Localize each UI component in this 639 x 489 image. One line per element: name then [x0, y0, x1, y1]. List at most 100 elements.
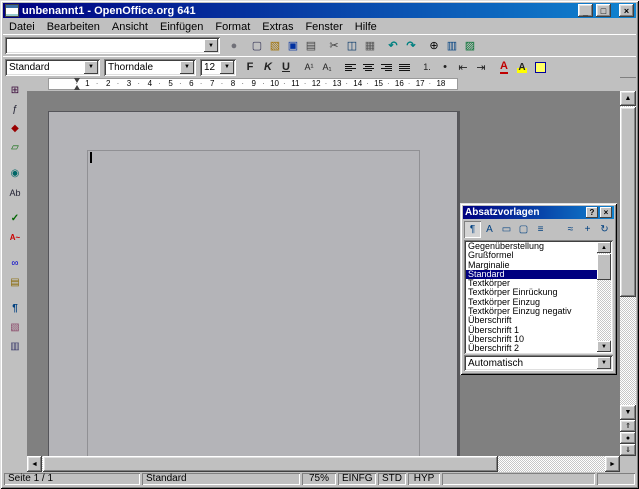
first-line-indent-marker[interactable]	[74, 78, 80, 83]
undo-button[interactable]: ↶	[384, 37, 402, 55]
nonprinting-chars-button[interactable]: ¶	[5, 299, 25, 318]
bold-button[interactable]: F	[241, 58, 259, 76]
stylist-title-bar[interactable]: Absatzvorlagen ? ×	[463, 206, 614, 219]
menu-item-einfgen[interactable]: Einfügen	[154, 20, 209, 34]
vertical-scrollbar[interactable]: ▲ ▼ ⇑ ● ⇓	[620, 91, 636, 456]
superscript-button[interactable]: A¹	[300, 58, 318, 76]
font-name-value[interactable]: Thorndale	[104, 59, 178, 76]
scroll-left-button[interactable]: ◄	[27, 456, 42, 472]
copy-button[interactable]: ◫	[343, 37, 361, 55]
highlighting-button[interactable]: A	[513, 58, 531, 76]
left-indent-marker[interactable]	[74, 85, 80, 90]
form-functions-button[interactable]: ◉	[5, 164, 25, 183]
menu-item-hilfe[interactable]: Hilfe	[349, 20, 383, 34]
character-styles-button[interactable]: A	[481, 221, 498, 238]
style-filter-value[interactable]: Automatisch	[464, 355, 595, 371]
cut-button[interactable]: ✂	[325, 37, 343, 55]
title-bar[interactable]: unbenannt1 - OpenOffice.org 641 _ □ ×	[3, 3, 636, 18]
url-input[interactable]	[5, 37, 202, 54]
menu-item-fenster[interactable]: Fenster	[299, 20, 348, 34]
align-left-button[interactable]	[341, 58, 359, 76]
edit-autotext-button[interactable]: Ab	[5, 183, 25, 202]
url-dropdown-button[interactable]: ▼	[204, 39, 218, 52]
align-justify-button[interactable]	[395, 58, 413, 76]
background-color-button[interactable]	[531, 58, 549, 76]
scroll-down-button[interactable]: ▼	[620, 405, 636, 420]
ruler-strip[interactable]: 123456789101112131415161718	[48, 78, 458, 90]
update-style-button[interactable]: ↻	[596, 221, 613, 238]
underline-button[interactable]: U	[277, 58, 295, 76]
font-size-value[interactable]: 12	[200, 59, 218, 76]
vertical-scroll-thumb[interactable]	[620, 107, 636, 297]
font-name-combobox[interactable]: Thorndale ▼	[104, 59, 196, 76]
style-list-item[interactable]: Überschrift 2	[466, 344, 597, 352]
autospellcheck-button[interactable]: A~	[5, 228, 25, 247]
previous-page-button[interactable]: ⇑	[620, 420, 636, 432]
stylist-button[interactable]: ▥	[443, 37, 461, 55]
open-button[interactable]: ▧	[266, 37, 284, 55]
font-size-dropdown-button[interactable]: ▼	[220, 61, 234, 74]
online-layout-button[interactable]: ▥	[5, 337, 25, 356]
style-list-scroll-down-button[interactable]: ▼	[597, 341, 611, 352]
font-name-dropdown-button[interactable]: ▼	[180, 61, 194, 74]
align-right-button[interactable]	[377, 58, 395, 76]
navigation-button[interactable]: ●	[620, 432, 636, 444]
new-style-from-selection-button[interactable]: +	[579, 221, 596, 238]
scroll-up-button[interactable]: ▲	[620, 91, 636, 106]
redo-button[interactable]: ↷	[402, 37, 420, 55]
paragraph-style-value[interactable]: Standard	[5, 59, 82, 76]
find-replace-button[interactable]: ∞	[5, 254, 25, 273]
close-button[interactable]: ×	[619, 4, 634, 17]
status-hyperlink-mode-field[interactable]: HYP	[408, 473, 440, 485]
save-button[interactable]: ▣	[284, 37, 302, 55]
menu-item-ansicht[interactable]: Ansicht	[106, 20, 154, 34]
horizontal-scroll-thumb[interactable]	[43, 456, 498, 472]
url-combobox[interactable]: ▼	[5, 37, 220, 54]
status-page-field[interactable]: Seite 1 / 1	[4, 473, 140, 485]
fill-format-mode-button[interactable]: ≈	[562, 221, 579, 238]
navigator-button[interactable]: ⊕	[425, 37, 443, 55]
status-selection-mode-field[interactable]: STD	[378, 473, 406, 485]
decrease-indent-button[interactable]: ⇤	[454, 58, 472, 76]
horizontal-scroll-track[interactable]	[42, 456, 605, 472]
horizontal-ruler[interactable]: 123456789101112131415161718	[27, 77, 620, 91]
minimize-button[interactable]: _	[578, 4, 593, 17]
numbering-button[interactable]: 1.	[418, 58, 436, 76]
italic-button[interactable]: K	[259, 58, 277, 76]
style-list-scrollbar[interactable]: ▲ ▼	[597, 242, 611, 352]
status-page-style-field[interactable]: Standard	[142, 473, 300, 485]
print-button[interactable]: ▤	[302, 37, 320, 55]
menu-item-datei[interactable]: Datei	[3, 20, 41, 34]
status-insert-mode-field[interactable]: EINFG	[338, 473, 376, 485]
subscript-button[interactable]: A₁	[318, 58, 336, 76]
next-page-button[interactable]: ⇓	[620, 444, 636, 456]
insert-fields-button[interactable]: ƒ	[5, 100, 25, 119]
style-filter-dropdown-button[interactable]: ▼	[597, 357, 611, 369]
paste-button[interactable]: ▦	[361, 37, 379, 55]
vertical-scroll-track[interactable]	[620, 106, 636, 405]
menu-item-extras[interactable]: Extras	[256, 20, 299, 34]
style-list-scroll-track[interactable]	[597, 253, 611, 341]
menu-item-format[interactable]: Format	[209, 20, 256, 34]
align-center-button[interactable]	[359, 58, 377, 76]
insert-button[interactable]: ⊞	[5, 81, 25, 100]
draw-functions-button[interactable]: ▱	[5, 138, 25, 157]
datasources-button[interactable]: ▤	[5, 273, 25, 292]
gallery-button[interactable]: ▨	[461, 37, 479, 55]
font-color-button[interactable]: A	[495, 58, 513, 76]
stylist-close-button[interactable]: ×	[600, 207, 612, 218]
spellcheck-button[interactable]: ✓	[5, 209, 25, 228]
font-size-combobox[interactable]: 12 ▼	[200, 59, 236, 76]
paragraph-style-combobox[interactable]: Standard ▼	[5, 59, 100, 76]
style-filter-combobox[interactable]: Automatisch ▼	[464, 355, 613, 371]
new-document-button[interactable]: ▢	[248, 37, 266, 55]
status-zoom-field[interactable]: 75%	[302, 473, 336, 485]
numbering-styles-button[interactable]: ≡	[532, 221, 549, 238]
scroll-right-button[interactable]: ►	[605, 456, 620, 472]
bullets-button[interactable]: •	[436, 58, 454, 76]
stylist-help-button[interactable]: ?	[586, 207, 598, 218]
paragraph-styles-button[interactable]: ¶	[464, 221, 481, 238]
maximize-button[interactable]: □	[596, 4, 611, 17]
page-styles-button[interactable]: ▢	[515, 221, 532, 238]
load-url-button[interactable]: ●	[225, 37, 243, 55]
